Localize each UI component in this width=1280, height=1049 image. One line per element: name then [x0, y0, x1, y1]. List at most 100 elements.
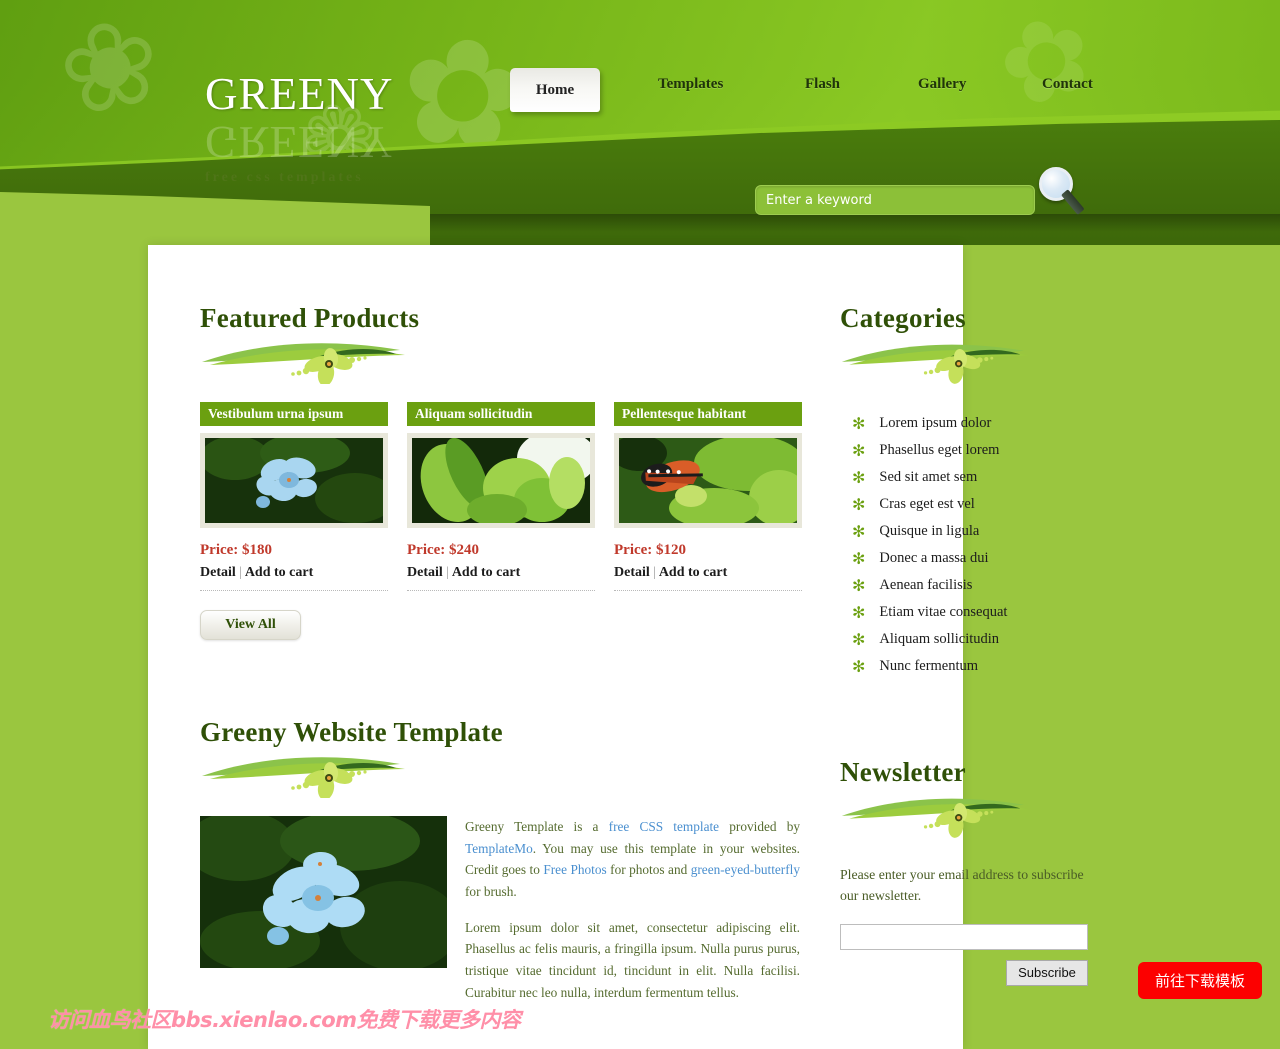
about-body: Greeny Template is a free CSS template p… [200, 816, 800, 1003]
magnifier-handle-icon [1061, 189, 1085, 215]
product-card[interactable]: Aliquam sollicitudin Price: $240 Detail … [407, 402, 595, 591]
about-heading: Greeny Website Template [200, 717, 503, 747]
product-card[interactable]: Pellentesque habitant Price: $120 Detail… [614, 402, 802, 591]
asterisk-flower-bullet-icon: ✻ [852, 521, 866, 541]
about-text: Greeny Template is a free CSS template p… [465, 816, 800, 1003]
product-detail-link[interactable]: Detail [407, 565, 443, 580]
featured-products-section: Featured Products Vestibulum urna ipsum [200, 303, 802, 640]
search-button[interactable] [1033, 167, 1087, 223]
product-actions: Detail | Add to cart [200, 565, 388, 591]
search-input[interactable] [755, 185, 1035, 215]
floral-swoosh-divider-icon [841, 344, 1029, 384]
category-item[interactable]: ✻ Cras eget est vel [840, 491, 1090, 518]
nav-item-templates[interactable]: Templates [658, 76, 723, 93]
product-price: Price: $180 [200, 542, 273, 558]
newsletter-subscribe-button[interactable]: Subscribe [1006, 959, 1088, 986]
templatemo-link[interactable]: TemplateMo [465, 841, 533, 856]
category-item[interactable]: ✻ Aliquam sollicitudin [840, 626, 1090, 653]
asterisk-flower-bullet-icon: ✻ [852, 656, 866, 676]
asterisk-flower-bullet-icon: ✻ [852, 494, 866, 514]
about-paragraph-2: Lorem ipsum dolor sit amet, consectetur … [465, 919, 800, 1000]
free-css-template-link[interactable]: free CSS template [609, 819, 719, 834]
view-all-button[interactable]: View All [200, 610, 301, 640]
categories-heading: Categories [840, 303, 966, 333]
category-label: Donec a massa dui [879, 550, 989, 566]
product-price: Price: $240 [407, 542, 480, 558]
category-item[interactable]: ✻ Lorem ipsum dolor [840, 410, 1090, 437]
main-navigation: Home Templates Flash Gallery Contact [510, 68, 1170, 116]
category-item[interactable]: ✻ Etiam vitae consequat [840, 599, 1090, 626]
category-item[interactable]: ✻ Quisque in ligula [840, 518, 1090, 545]
about-section: Greeny Website Template Greeny Template … [200, 717, 800, 1003]
about-image [200, 816, 447, 968]
nav-item-flash[interactable]: Flash [805, 76, 840, 93]
about-text-part: provided by [719, 819, 801, 834]
download-template-button[interactable]: 前往下载模板 [1138, 962, 1262, 999]
newsletter-heading: Newsletter [840, 757, 966, 787]
site-header: ❀ ✿ ❁ ✿ Greeny Greeny free css templates… [0, 0, 1280, 245]
categories-section: Categories ✻ Lorem ipsum dolor ✻ Phasellus… [840, 303, 1090, 680]
search-area [755, 167, 1085, 215]
product-add-to-cart-link[interactable]: Add to cart [659, 565, 727, 580]
free-photos-link[interactable]: Free Photos [543, 862, 606, 877]
nav-item-contact[interactable]: Contact [1042, 76, 1093, 93]
product-price: Price: $120 [614, 542, 687, 558]
category-item[interactable]: ✻ Nunc fermentum [840, 653, 1090, 680]
action-separator: | [239, 565, 243, 580]
featured-heading: Featured Products [200, 303, 420, 333]
about-paragraph-1: Greeny Template is a free CSS template p… [465, 816, 800, 903]
green-eyed-butterfly-link[interactable]: green-eyed-butterfly [691, 862, 800, 877]
watermark-text: 访问血鸟社区bbs.xienlao.com免费下载更多内容 [48, 1008, 521, 1032]
about-text-part: for brush. [465, 884, 517, 900]
nav-item-gallery[interactable]: Gallery [918, 76, 966, 93]
category-item[interactable]: ✻ Phasellus eget lorem [840, 437, 1090, 464]
asterisk-flower-bullet-icon: ✻ [852, 629, 866, 649]
category-label: Etiam vitae consequat [879, 604, 1008, 620]
product-actions: Detail | Add to cart [614, 565, 802, 591]
category-item[interactable]: ✻ Donec a massa dui [840, 545, 1090, 572]
about-text-part: for photos and [606, 862, 691, 878]
category-label: Cras eget est vel [879, 496, 975, 512]
category-item[interactable]: ✻ Sed sit amet sem [840, 464, 1090, 491]
newsletter-section: Newsletter Please enter your email addre… [840, 757, 1095, 986]
product-add-to-cart-link[interactable]: Add to cart [245, 565, 313, 580]
nav-item-home[interactable]: Home [510, 68, 600, 112]
product-title: Pellentesque habitant [614, 402, 802, 426]
logo-text: Greeny [205, 69, 394, 119]
site-logo[interactable]: Greeny Greeny free css templates [205, 72, 393, 186]
newsletter-description: Please enter your email address to subsc… [840, 867, 1084, 904]
product-title: Aliquam sollicitudin [407, 402, 595, 426]
asterisk-flower-bullet-icon: ✻ [852, 602, 866, 622]
action-separator: | [446, 565, 450, 580]
category-label: Quisque in ligula [879, 523, 980, 539]
product-list: Vestibulum urna ipsum Price: $180 Detail… [200, 402, 802, 591]
floral-swoosh-divider-icon [202, 757, 405, 798]
category-list: ✻ Lorem ipsum dolor ✻ Phasellus eget lorem… [840, 410, 1090, 680]
product-title: Vestibulum urna ipsum [200, 402, 388, 426]
product-add-to-cart-link[interactable]: Add to cart [452, 565, 520, 580]
newsletter-email-input[interactable] [840, 923, 1088, 950]
action-separator: | [653, 565, 657, 580]
asterisk-flower-bullet-icon: ✻ [852, 548, 866, 568]
product-detail-link[interactable]: Detail [614, 565, 650, 580]
category-label: Sed sit amet sem [879, 469, 978, 485]
asterisk-flower-bullet-icon: ✻ [852, 575, 866, 595]
category-item[interactable]: ✻ Aenean facilisis [840, 572, 1090, 599]
product-image[interactable] [200, 433, 388, 528]
header-drop-shadow [430, 214, 1280, 232]
category-label: Aliquam sollicitudin [879, 631, 1000, 647]
category-label: Aenean facilisis [879, 577, 973, 593]
category-label: Lorem ipsum dolor [879, 415, 992, 431]
product-detail-link[interactable]: Detail [200, 565, 236, 580]
content-panel: Featured Products Vestibulum urna ipsum [148, 245, 1088, 1049]
product-image[interactable] [614, 433, 802, 528]
product-image[interactable] [407, 433, 595, 528]
floral-swoosh-divider-icon [841, 798, 1029, 838]
logo-tagline: free css templates [205, 170, 364, 185]
category-label: Nunc fermentum [879, 658, 979, 674]
product-card[interactable]: Vestibulum urna ipsum Price: $180 Detail… [200, 402, 388, 591]
asterisk-flower-bullet-icon: ✻ [852, 467, 866, 487]
product-actions: Detail | Add to cart [407, 565, 595, 591]
about-text-part: Greeny Template is a [465, 819, 609, 834]
category-label: Phasellus eget lorem [879, 442, 1000, 458]
